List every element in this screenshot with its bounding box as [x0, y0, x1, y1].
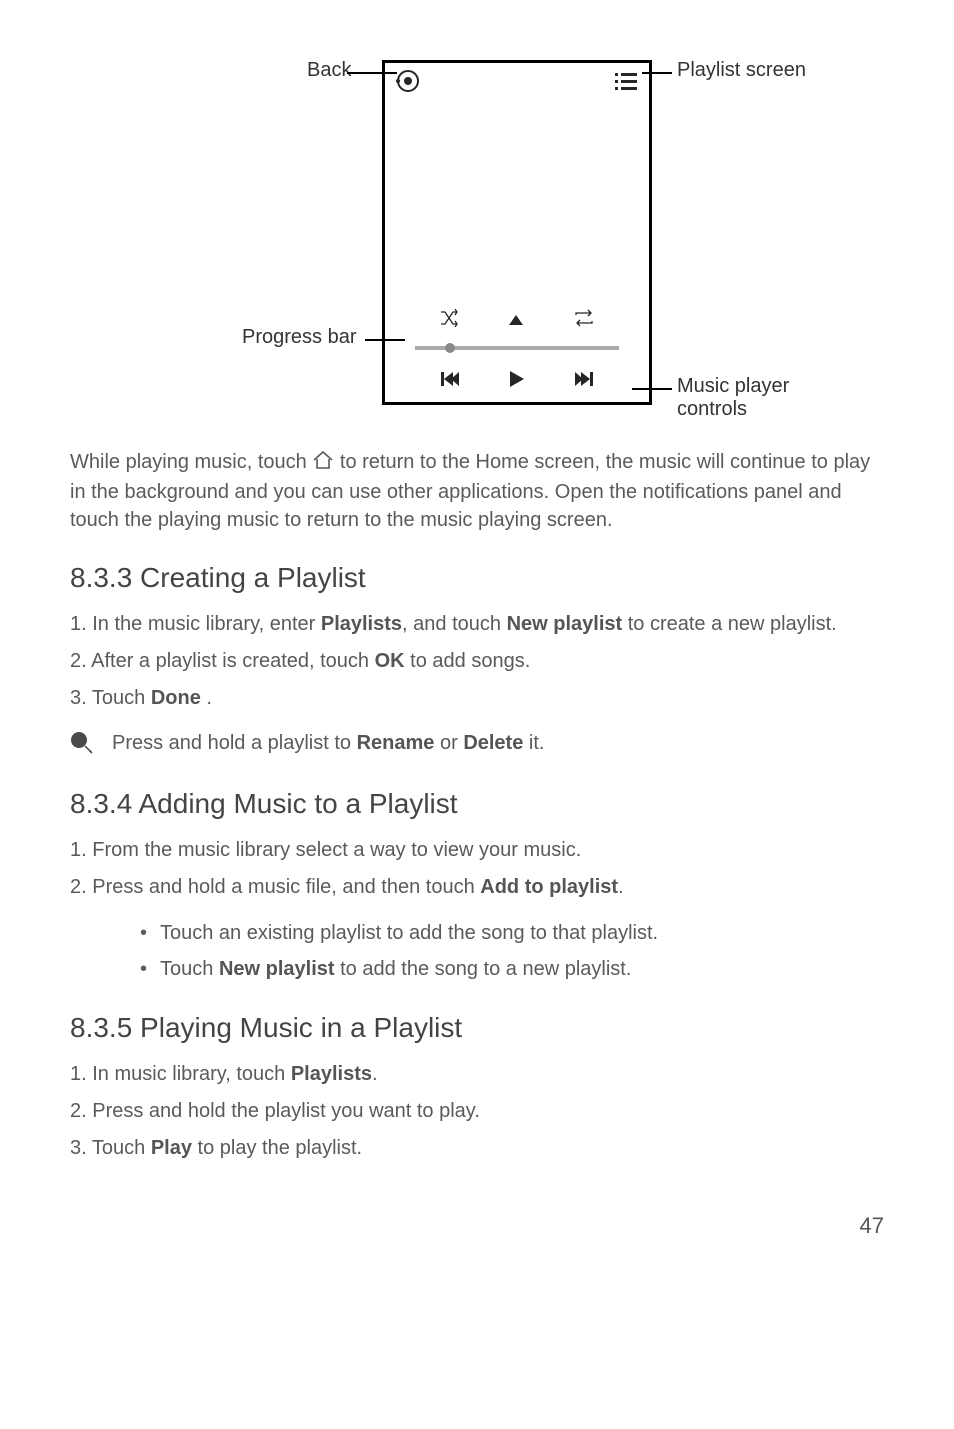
steps-adding-music: From the music library select a way to v… — [70, 836, 884, 902]
step-item: Press and hold the playlist you want to … — [70, 1097, 884, 1126]
tip-rename-delete: Press and hold a playlist to Rename or D… — [70, 729, 884, 760]
repeat-icon — [574, 309, 594, 332]
step-item: Touch Play to play the playlist. — [70, 1134, 884, 1163]
step-item: After a playlist is created, touch OK to… — [70, 647, 884, 676]
heading-creating-playlist: 8.3.3 Creating a Playlist — [70, 562, 884, 594]
tip-icon — [70, 731, 94, 760]
step-item: From the music library select a way to v… — [70, 836, 884, 865]
label-back: Back — [307, 59, 351, 82]
while-playing-paragraph: While playing music, touch to return to … — [70, 448, 884, 534]
step-item: Touch Done . — [70, 684, 884, 713]
sub-item: Touch an existing playlist to add the so… — [140, 918, 884, 948]
play-icon — [510, 371, 524, 392]
collapse-up-icon — [509, 312, 523, 330]
home-outline-icon — [312, 450, 334, 478]
step-item: Press and hold a music file, and then to… — [70, 873, 884, 902]
heading-playing-music: 8.3.5 Playing Music in a Playlist — [70, 1012, 884, 1044]
label-progress-bar: Progress bar — [242, 326, 357, 349]
steps-creating-playlist: In the music library, enter Playlists, a… — [70, 610, 884, 713]
shuffle-icon — [440, 309, 458, 332]
music-player-diagram: Back Playlist screen Progress bar Music … — [117, 48, 837, 418]
label-music-player-controls: Music player controls — [677, 375, 837, 421]
steps-playing-music: In music library, touch Playlists. Press… — [70, 1060, 884, 1163]
substeps-adding-music: Touch an existing playlist to add the so… — [140, 918, 884, 984]
label-playlist-screen: Playlist screen — [677, 59, 806, 82]
playlist-screen-icon — [615, 71, 639, 96]
previous-track-icon — [441, 372, 459, 391]
back-record-icon — [395, 68, 421, 99]
phone-frame — [382, 60, 652, 405]
heading-adding-music: 8.3.4 Adding Music to a Playlist — [70, 788, 884, 820]
step-item: In music library, touch Playlists. — [70, 1060, 884, 1089]
page-number: 47 — [70, 1213, 884, 1239]
next-track-icon — [575, 372, 593, 391]
progress-bar — [415, 346, 619, 350]
step-item: In the music library, enter Playlists, a… — [70, 610, 884, 639]
sub-item: Touch New playlist to add the song to a … — [140, 954, 884, 984]
